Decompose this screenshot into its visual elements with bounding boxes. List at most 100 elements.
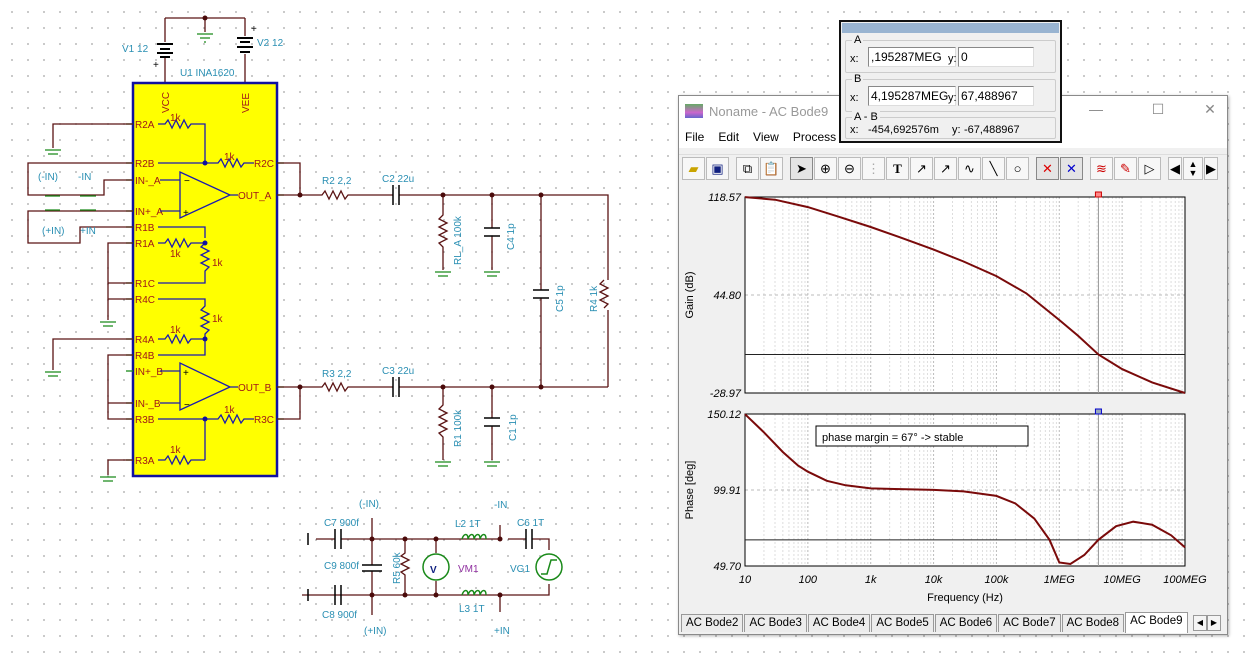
open-icon[interactable]: ▰ [682, 157, 705, 180]
cursor-a-group: A x: ,195287MEG y: 0 [845, 34, 1056, 73]
left-icon[interactable]: ◀ [1168, 157, 1182, 180]
probe-icon[interactable]: ✎ [1114, 157, 1137, 180]
tab-scroll-left[interactable]: ◀ [1193, 615, 1207, 631]
svg-text:1k: 1k [212, 258, 224, 269]
cursor-b-group: B x: 4,195287MEG y: 67,488967 [845, 73, 1056, 112]
svg-text:+: + [183, 208, 189, 219]
x-tick-label: 100 [799, 574, 818, 586]
svg-text:-IN: -IN [78, 172, 91, 183]
svg-text:VG1: VG1 [510, 564, 530, 575]
formula-icon[interactable]: ∿ [958, 157, 981, 180]
cursor-diff-y: -67,488967 [964, 124, 1020, 136]
zoom-in-icon[interactable]: ⊕ [814, 157, 837, 180]
svg-text:1k: 1k [212, 314, 224, 325]
cursor-b-icon[interactable]: ✕ [1060, 157, 1083, 180]
save-icon[interactable]: ▣ [706, 157, 729, 180]
svg-text:R1 100k: R1 100k [453, 409, 464, 447]
power-supply: V1 12 V2 12 + + U1 INA1620 [122, 15, 284, 83]
svg-text:C3 22u: C3 22u [382, 366, 414, 377]
tab-scroll-right[interactable]: ▶ [1207, 615, 1221, 631]
svg-text:R2 2,2: R2 2,2 [322, 176, 352, 187]
svg-text:C6 1T: C6 1T [517, 518, 544, 529]
svg-text:L2 1T: L2 1T [455, 519, 481, 530]
circle-icon[interactable]: ○ [1006, 157, 1029, 180]
pin-label: R2B [135, 159, 155, 170]
tab-ac-bode2[interactable]: AC Bode2 [681, 614, 744, 632]
minimize-button[interactable]: — [1081, 101, 1111, 117]
phase-margin-annotation: phase margin = 67° -> stable [822, 432, 963, 444]
menu-edit[interactable]: Edit [718, 130, 739, 144]
svg-text:RL_A 100k: RL_A 100k [453, 215, 464, 265]
cursor-diff-group: A - B x: -454,692576m y: -67,488967 [845, 111, 1056, 139]
copy-icon[interactable]: ⧉ [736, 157, 759, 180]
cursor-panel[interactable]: A x: ,195287MEG y: 0 B x: 4,195287MEG y:… [839, 20, 1062, 143]
x-tick-label: 1k [865, 574, 877, 586]
line-icon[interactable]: ╲ [982, 157, 1005, 180]
grid-icon[interactable]: ⋮ [862, 157, 885, 180]
svg-text:VCC: VCC [161, 92, 172, 113]
cursor-b-y-field[interactable]: 67,488967 [958, 86, 1034, 106]
add-curve-icon[interactable]: ≋ [1090, 157, 1113, 180]
svg-text:VEE: VEE [241, 93, 252, 113]
svg-text:C1 1p: C1 1p [508, 414, 519, 441]
pin-label: R1C [135, 279, 155, 290]
tab-ac-bode3[interactable]: AC Bode3 [744, 614, 807, 632]
svg-text:-IN: -IN [494, 500, 507, 511]
pin-label: R4B [135, 351, 155, 362]
tab-ac-bode6[interactable]: AC Bode6 [934, 614, 998, 632]
marker-icon[interactable]: ▷ [1138, 157, 1161, 180]
v2-label: V2 12 [257, 38, 284, 49]
cursor-diff-x: -454,692576m [868, 124, 939, 136]
tab-ac-bode7[interactable]: AC Bode7 [998, 614, 1061, 632]
cursor-a-y-field[interactable]: 0 [958, 47, 1034, 67]
svg-text:L3 1T: L3 1T [459, 604, 485, 615]
svg-text:1k: 1k [170, 249, 182, 260]
svg-text:C9 800f: C9 800f [324, 561, 359, 572]
text-icon[interactable]: T [886, 157, 909, 180]
capacitor-plates [392, 185, 549, 427]
tab-ac-bode8[interactable]: AC Bode8 [1061, 614, 1125, 632]
tab-ac-bode5[interactable]: AC Bode5 [871, 614, 934, 632]
svg-text:1k: 1k [170, 325, 182, 336]
pin-label: R2A [135, 120, 155, 131]
x-tick-label: 100k [984, 574, 1008, 586]
maximize-button[interactable]: ☐ [1143, 101, 1173, 118]
svg-text:R4 1k: R4 1k [589, 285, 600, 312]
tab-ac-bode9[interactable]: AC Bode9 [1125, 612, 1188, 633]
pin-label: IN-_B [135, 399, 161, 410]
label-icon[interactable]: ↗ [910, 157, 933, 180]
pointer-icon[interactable]: ➤ [790, 157, 813, 180]
right-icon[interactable]: ▶ [1204, 157, 1218, 180]
tab-ac-bode4[interactable]: AC Bode4 [807, 614, 871, 632]
x-axis-label: Frequency (Hz) [927, 592, 1003, 604]
svg-text:−: − [184, 176, 190, 187]
svg-text:−: − [184, 400, 190, 411]
svg-text:C4 1p: C4 1p [506, 223, 517, 250]
pin-label: IN+_B [135, 367, 163, 378]
y-tick-label: 150.12 [707, 409, 741, 421]
pin-label: R1A [135, 239, 155, 250]
cursor-a-x-field[interactable]: ,195287MEG [868, 47, 956, 67]
close-button[interactable]: ✕ [1195, 101, 1225, 118]
cursor-a-icon[interactable]: ✕ [1036, 157, 1059, 180]
cursor-b-handle [1094, 191, 1102, 198]
battery-v1-icon [157, 43, 173, 58]
up-down-icon[interactable]: ▲ ▼ [1183, 157, 1203, 180]
pin-label: R3B [135, 415, 155, 426]
paste-icon[interactable]: 📋 [760, 157, 783, 180]
menu-process[interactable]: Process [793, 130, 836, 144]
schematic-canvas[interactable]: V1 12 V2 12 + + U1 INA1620 VCC VEE R2A R2B… [0, 0, 680, 656]
cursor-panel-caption [842, 23, 1059, 33]
query-icon[interactable]: ↗ [934, 157, 957, 180]
menu-view[interactable]: View [753, 130, 779, 144]
menu-file[interactable]: File [685, 130, 704, 144]
cursor-b-x-field[interactable]: 4,195287MEG [868, 86, 956, 106]
bode-plot[interactable]: 118.57 44.80 -28.97 Gain (dB) 150.12 99.91 49.… [679, 184, 1227, 614]
pin-label: R1B [135, 223, 155, 234]
zoom-100-icon[interactable]: ⊖ [838, 157, 861, 180]
svg-text:(-IN): (-IN) [38, 172, 58, 183]
cursor-b-handle [1094, 408, 1102, 415]
x-tick-label: 100MEG [1163, 574, 1207, 586]
battery-v2-icon [237, 37, 253, 53]
bode-window[interactable]: Noname - AC Bode9 — ☐ ✕ File Edit View P… [678, 95, 1228, 635]
